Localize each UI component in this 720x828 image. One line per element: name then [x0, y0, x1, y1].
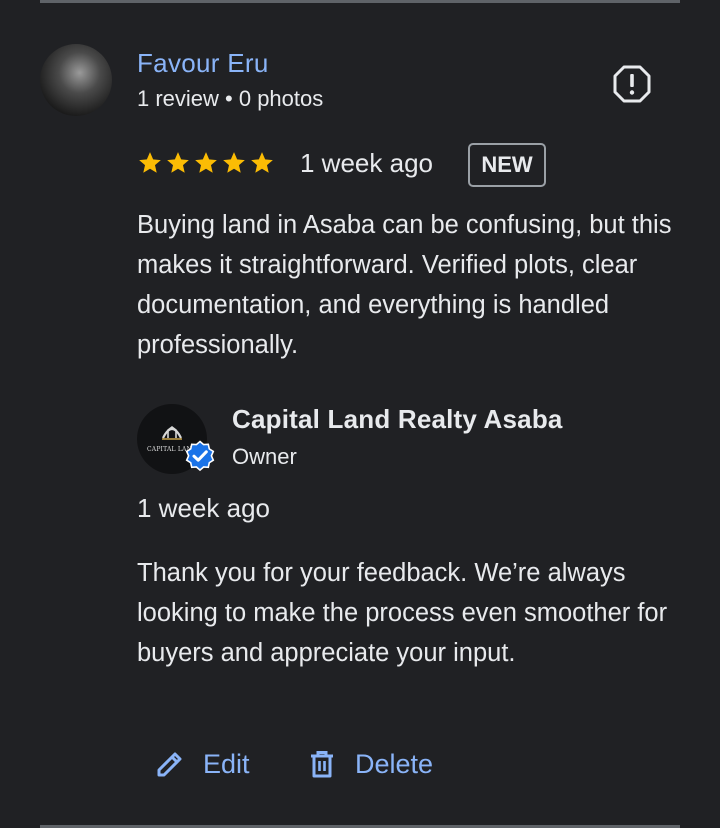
trash-icon: [311, 751, 333, 778]
star-rating: [137, 150, 275, 180]
reviewer-meta: 1 review • 0 photos: [137, 86, 324, 111]
reply-text: Thank you for your feedback. We’re alway…: [137, 559, 668, 667]
verified-badge-icon: [185, 440, 215, 472]
review-text: Buying land in Asaba can be confusing, b…: [137, 211, 672, 359]
star-icon: [195, 152, 217, 173]
new-badge: NEW: [468, 143, 546, 187]
owner-name: Capital Land Realty Asaba: [232, 404, 563, 434]
star-icon: [251, 152, 273, 173]
pencil-icon: [157, 752, 182, 777]
delete-label: Delete: [355, 748, 434, 779]
owner-role: Owner: [232, 444, 297, 469]
reviewer-name[interactable]: Favour Eru: [137, 48, 269, 79]
delete-button[interactable]: Delete: [307, 744, 433, 784]
report-icon[interactable]: [612, 64, 652, 104]
reviewer-avatar[interactable]: [40, 44, 112, 116]
star-icon: [167, 152, 189, 173]
top-divider: [40, 0, 680, 3]
edit-label: Edit: [203, 748, 250, 779]
reply-time: 1 week ago: [137, 493, 270, 523]
edit-button[interactable]: Edit: [155, 744, 250, 784]
review-time: 1 week ago: [300, 148, 433, 178]
star-icon: [139, 152, 161, 173]
building-logo-icon: [162, 426, 182, 440]
star-icon: [223, 152, 245, 173]
